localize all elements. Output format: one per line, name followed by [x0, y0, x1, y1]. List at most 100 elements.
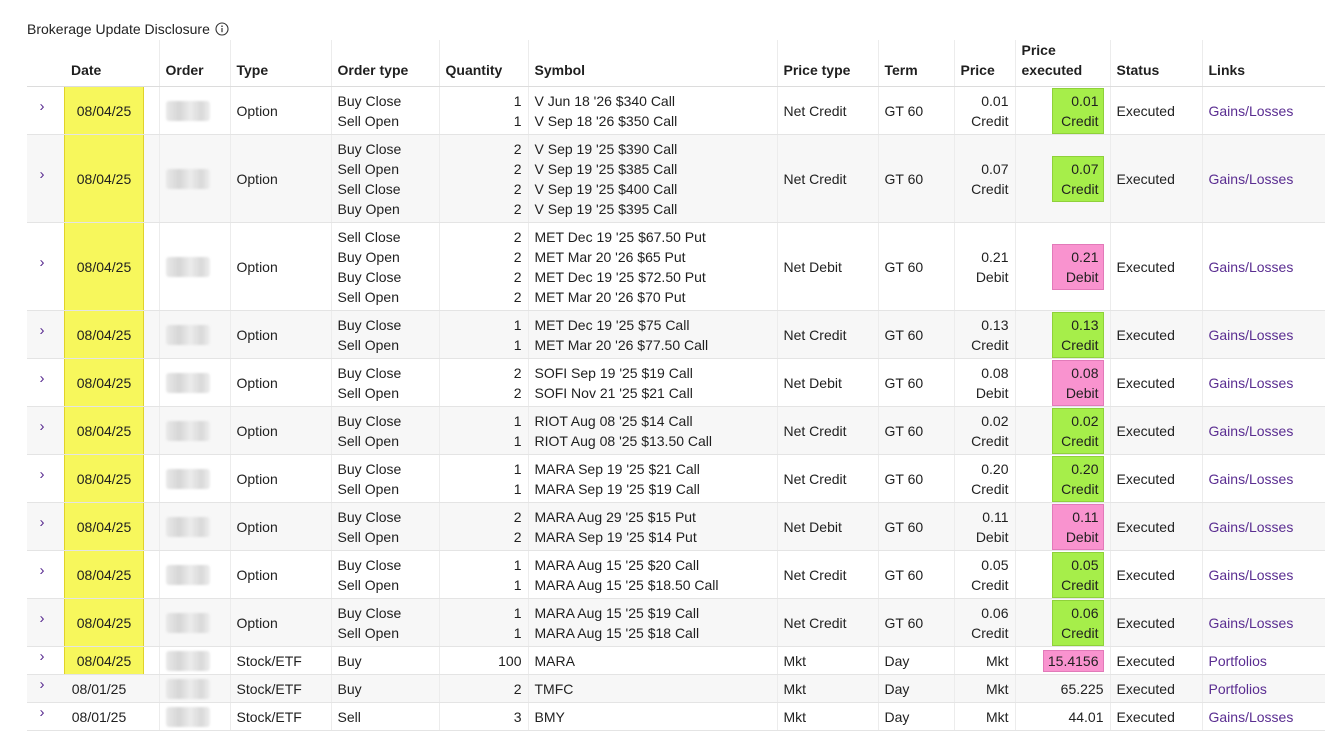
col-date-header[interactable]: Date [57, 40, 159, 87]
order-number-cell[interactable] [158, 222, 230, 311]
table-row[interactable]: › 08/04/25 Option Sell Close Buy Open Buy … [27, 222, 1325, 311]
price-type-cell: Net Debit [776, 502, 878, 551]
col-symbol-header[interactable]: Symbol [527, 40, 777, 87]
chevron-right-icon[interactable]: › [40, 97, 45, 117]
order-number-cell[interactable] [158, 134, 230, 223]
quantities-line: 1 [513, 412, 522, 429]
order-number-cell[interactable] [158, 406, 230, 455]
symbol-cell: MARA Aug 29 '25 $15 Put MARA Sep 19 '25 $… [527, 502, 777, 551]
row-link[interactable]: Gains/Losses [1209, 103, 1294, 119]
row-link[interactable]: Gains/Losses [1209, 375, 1294, 391]
expand-toggle[interactable]: › [27, 646, 57, 675]
executed-line: 0.21 [1071, 248, 1099, 265]
row-link[interactable]: Gains/Losses [1209, 709, 1294, 725]
expand-toggle[interactable]: › [27, 454, 57, 503]
order-number-cell[interactable] [158, 358, 230, 407]
price-executed-cell: 44.01 [1014, 702, 1110, 731]
price-type-cell: Mkt [776, 674, 878, 703]
status-cell: Executed [1109, 646, 1202, 675]
col-price-header[interactable]: Price [953, 40, 1015, 87]
row-link[interactable]: Gains/Losses [1209, 519, 1294, 535]
col-order-type-header[interactable]: Order type [330, 40, 439, 87]
executed-line: Credit [1061, 112, 1099, 129]
row-link[interactable]: Gains/Losses [1209, 259, 1294, 275]
links-cell: Gains/Losses [1201, 598, 1325, 647]
col-order-header[interactable]: Order [158, 40, 230, 87]
order_types-line: Buy [337, 680, 362, 697]
price-line: Credit [971, 624, 1009, 641]
table-row[interactable]: › 08/04/25 Option Buy Close Sell Open 11 … [27, 406, 1325, 455]
price-line: 0.02 [981, 412, 1009, 429]
order-number-cell[interactable] [158, 598, 230, 647]
row-link[interactable]: Gains/Losses [1209, 171, 1294, 187]
order_types-line: Sell Open [337, 432, 399, 449]
col-type-header[interactable]: Type [229, 40, 331, 87]
row-link[interactable]: Portfolios [1209, 681, 1267, 697]
row-link[interactable]: Gains/Losses [1209, 615, 1294, 631]
col-term-header[interactable]: Term [877, 40, 954, 87]
table-row[interactable]: › 08/04/25 Option Buy Close Sell Open 11 … [27, 454, 1325, 503]
table-row[interactable]: › 08/04/25 Option Buy Close Sell Open 11 … [27, 310, 1325, 359]
price-cell: 0.08 Debit [953, 358, 1015, 407]
table-row[interactable]: › 08/04/25 Option Buy Close Sell Open Sell… [27, 134, 1325, 223]
table-row[interactable]: › 08/04/25 Option Buy Close Sell Open 22 … [27, 358, 1325, 407]
status-cell: Executed [1109, 702, 1202, 731]
order-number-cell[interactable] [158, 86, 230, 135]
chevron-right-icon[interactable]: › [40, 369, 45, 389]
type-cell: Option [229, 222, 331, 311]
price-line: 0.11 [982, 508, 1009, 525]
order-number-cell[interactable] [158, 674, 230, 703]
quantities-line: 2 [513, 528, 522, 545]
chevron-right-icon[interactable]: › [40, 609, 45, 629]
expand-toggle[interactable]: › [27, 406, 57, 455]
table-row[interactable]: › 08/04/25 Option Buy Close Sell Open 11 … [27, 598, 1325, 647]
expand-toggle[interactable]: › [27, 674, 57, 703]
table-row[interactable]: › 08/04/25 Stock/ETF Buy 100 MARA Mkt Da… [27, 646, 1325, 675]
col-price-type-header[interactable]: Price type [776, 40, 878, 87]
order-number-cell[interactable] [158, 502, 230, 551]
order-number-cell[interactable] [158, 702, 230, 731]
expand-toggle[interactable]: › [27, 550, 57, 599]
col-status-header[interactable]: Status [1109, 40, 1202, 87]
chevron-right-icon[interactable]: › [40, 561, 45, 581]
chevron-right-icon[interactable]: › [40, 465, 45, 485]
type-cell: Stock/ETF [229, 702, 331, 731]
expand-toggle[interactable]: › [27, 502, 57, 551]
chevron-right-icon[interactable]: › [40, 647, 45, 667]
order-number-cell[interactable] [158, 550, 230, 599]
date-highlight: 08/04/25 [64, 647, 144, 674]
expand-toggle[interactable]: › [27, 702, 57, 731]
expand-toggle[interactable]: › [27, 598, 57, 647]
expand-toggle[interactable]: › [27, 358, 57, 407]
info-icon[interactable] [215, 22, 229, 36]
chevron-right-icon[interactable]: › [40, 321, 45, 341]
table-row[interactable]: › 08/01/25 Stock/ETF Buy 2 TMFC Mkt Day … [27, 674, 1325, 703]
expand-toggle[interactable]: › [27, 86, 57, 135]
order-number-cell[interactable] [158, 310, 230, 359]
row-link[interactable]: Gains/Losses [1209, 567, 1294, 583]
row-link[interactable]: Gains/Losses [1209, 327, 1294, 343]
expand-toggle[interactable]: › [27, 310, 57, 359]
order-number-cell[interactable] [158, 454, 230, 503]
expand-toggle[interactable]: › [27, 134, 57, 223]
chevron-right-icon[interactable]: › [40, 513, 45, 533]
table-row[interactable]: › 08/04/25 Option Buy Close Sell Open 22 … [27, 502, 1325, 551]
table-row[interactable]: › 08/04/25 Option Buy Close Sell Open 11 … [27, 86, 1325, 135]
col-quantity-header[interactable]: Quantity [438, 40, 528, 87]
chevron-right-icon[interactable]: › [40, 417, 45, 437]
row-link[interactable]: Gains/Losses [1209, 423, 1294, 439]
chevron-right-icon[interactable]: › [40, 165, 45, 185]
chevron-right-icon[interactable]: › [40, 703, 45, 723]
symbols-line: MARA Sep 19 '25 $21 Call [534, 460, 700, 477]
expand-toggle[interactable]: › [27, 222, 57, 311]
chevron-right-icon[interactable]: › [40, 253, 45, 273]
col-price-executed-header[interactable]: Price executed [1014, 40, 1110, 87]
type-cell: Option [229, 134, 331, 223]
order-date: 08/04/25 [76, 652, 132, 669]
chevron-right-icon[interactable]: › [40, 675, 45, 695]
row-link[interactable]: Gains/Losses [1209, 471, 1294, 487]
table-row[interactable]: › 08/04/25 Option Buy Close Sell Open 11 … [27, 550, 1325, 599]
table-row[interactable]: › 08/01/25 Stock/ETF Sell 3 BMY Mkt Day … [27, 702, 1325, 731]
order-number-cell[interactable] [158, 646, 230, 675]
row-link[interactable]: Portfolios [1209, 653, 1267, 669]
